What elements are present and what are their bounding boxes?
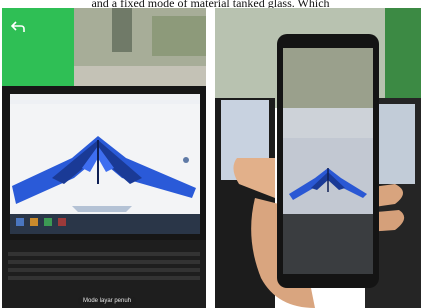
back-arrow-icon[interactable] — [11, 21, 25, 33]
right-photo — [215, 8, 421, 308]
left-photo: Mode layar penuh — [2, 8, 206, 308]
left-photo-image — [2, 8, 206, 308]
mode-label: Mode layar penuh — [78, 297, 137, 305]
right-photo-image — [215, 8, 421, 308]
